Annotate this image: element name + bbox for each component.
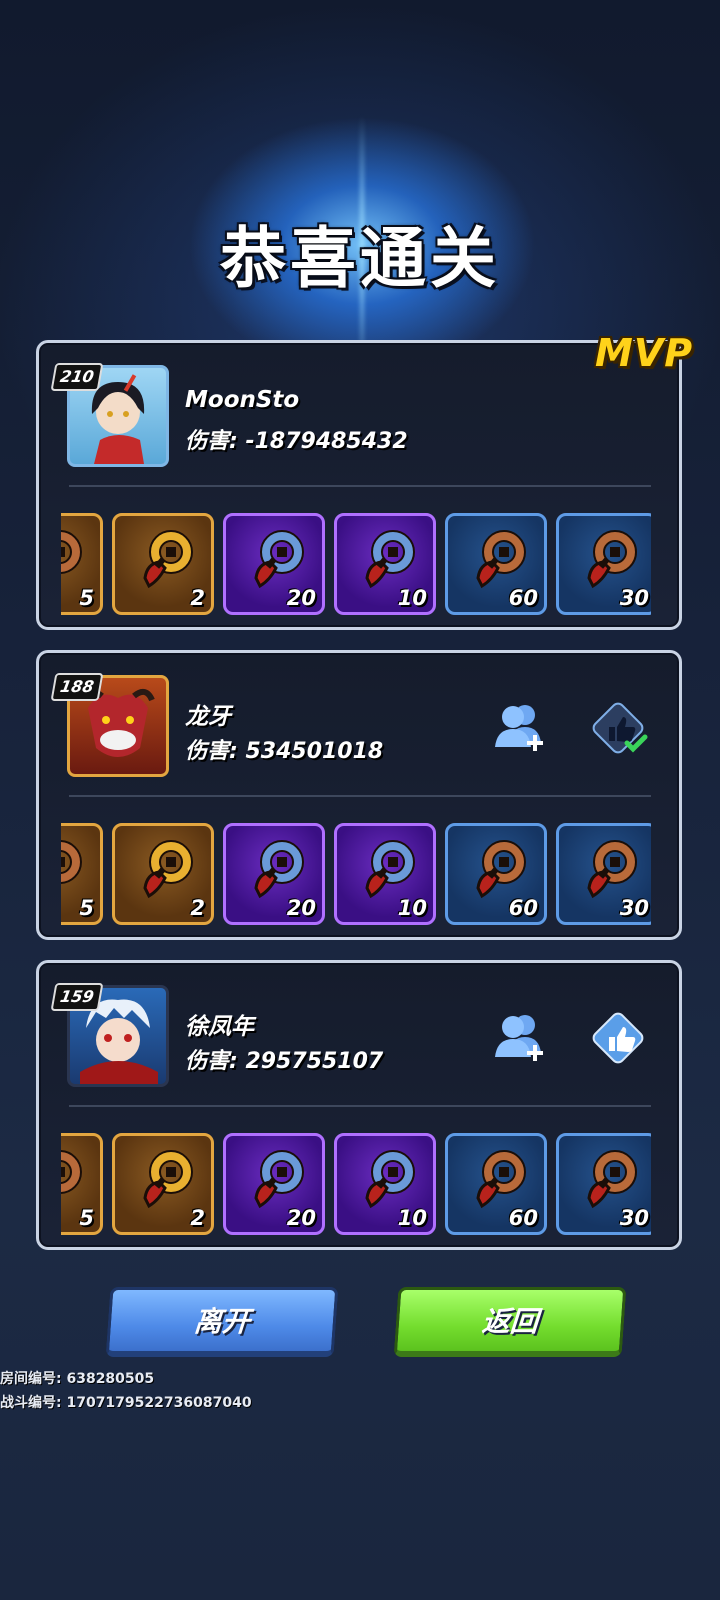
blue-coin-scroll-icon bbox=[365, 840, 415, 899]
bronze-coin-scroll-icon bbox=[587, 530, 637, 589]
battle-id: 战斗编号: 1707179522736087040 bbox=[0, 1395, 252, 1411]
gold-coin-scroll-icon bbox=[143, 840, 193, 899]
blue-coin-scroll-icon bbox=[365, 530, 415, 589]
add-friend-icon[interactable] bbox=[489, 697, 549, 757]
mvp-badge: MVP bbox=[595, 331, 694, 375]
reward-item[interactable]: 10 bbox=[334, 1133, 436, 1235]
reward-item[interactable]: 20 bbox=[223, 823, 325, 925]
item-count: 2 bbox=[190, 1206, 205, 1230]
bronze-coin-scroll-icon bbox=[61, 530, 82, 574]
level-badge: 210 bbox=[50, 363, 104, 391]
gold-coin-scroll-icon bbox=[143, 530, 193, 589]
player-name: 龙牙 bbox=[185, 704, 231, 730]
item-count: 60 bbox=[508, 1206, 538, 1230]
player-damage: 伤害: 295755107 bbox=[185, 1049, 384, 1074]
like-icon[interactable] bbox=[587, 1007, 649, 1069]
bronze-coin-scroll-icon bbox=[587, 840, 637, 899]
blue-coin-scroll-icon bbox=[254, 840, 304, 899]
item-count: 5 bbox=[79, 586, 94, 610]
leave-button[interactable]: 离开 bbox=[105, 1287, 339, 1357]
divider bbox=[69, 795, 651, 797]
reward-item[interactable]: 60 bbox=[445, 513, 547, 615]
item-count: 10 bbox=[397, 896, 427, 920]
item-count: 60 bbox=[508, 896, 538, 920]
reward-item[interactable]: 5 bbox=[61, 513, 103, 615]
item-count: 20 bbox=[286, 1206, 316, 1230]
divider bbox=[69, 1105, 651, 1107]
item-count: 30 bbox=[619, 586, 649, 610]
reward-item[interactable]: 2 bbox=[112, 1133, 214, 1235]
blue-coin-scroll-icon bbox=[254, 530, 304, 589]
item-count: 5 bbox=[79, 1206, 94, 1230]
reward-item[interactable]: 10 bbox=[334, 823, 436, 925]
reward-item[interactable]: 10 bbox=[334, 513, 436, 615]
item-count: 20 bbox=[286, 586, 316, 610]
gold-coin-scroll-icon bbox=[143, 1150, 193, 1209]
item-count: 2 bbox=[190, 586, 205, 610]
reward-item[interactable]: 60 bbox=[445, 823, 547, 925]
reward-item[interactable]: 30 bbox=[556, 823, 651, 925]
item-count: 5 bbox=[79, 896, 94, 920]
player-name: MoonSto bbox=[185, 387, 300, 413]
reward-item[interactable]: 20 bbox=[223, 513, 325, 615]
item-count: 10 bbox=[397, 1206, 427, 1230]
item-count: 20 bbox=[286, 896, 316, 920]
add-friend-icon[interactable] bbox=[489, 1007, 549, 1067]
bronze-coin-scroll-icon bbox=[476, 840, 526, 899]
bronze-coin-scroll-icon bbox=[61, 840, 82, 884]
back-button[interactable]: 返回 bbox=[393, 1287, 627, 1357]
player-damage: 伤害: 534501018 bbox=[185, 739, 384, 764]
like-icon[interactable] bbox=[587, 697, 649, 759]
player-damage: 伤害: -1879485432 bbox=[185, 429, 408, 454]
reward-item[interactable]: 2 bbox=[112, 513, 214, 615]
divider bbox=[69, 485, 651, 487]
bronze-coin-scroll-icon bbox=[476, 530, 526, 589]
reward-item[interactable]: 30 bbox=[556, 1133, 651, 1235]
reward-item[interactable]: 2 bbox=[112, 823, 214, 925]
reward-item[interactable]: 5 bbox=[61, 823, 103, 925]
bronze-coin-scroll-icon bbox=[61, 1150, 82, 1194]
item-count: 30 bbox=[619, 1206, 649, 1230]
player-card-1: MVP 210 MoonSto 伤害: -1879485432 5 2 20 10 60… bbox=[36, 331, 692, 630]
reward-item[interactable]: 60 bbox=[445, 1133, 547, 1235]
level-badge: 188 bbox=[50, 673, 104, 701]
reward-item[interactable]: 30 bbox=[556, 513, 651, 615]
blue-coin-scroll-icon bbox=[365, 1150, 415, 1209]
reward-items: 5 2 20 10 60 30 bbox=[61, 513, 651, 621]
blue-coin-scroll-icon bbox=[254, 1150, 304, 1209]
item-count: 30 bbox=[619, 896, 649, 920]
item-count: 60 bbox=[508, 586, 538, 610]
reward-item[interactable]: 20 bbox=[223, 1133, 325, 1235]
player-card-2: 188 龙牙 伤害: 534501018 5 2 20 10 60 30 bbox=[36, 650, 682, 940]
level-badge: 159 bbox=[50, 983, 104, 1011]
reward-items: 5 2 20 10 60 30 bbox=[61, 1133, 651, 1241]
item-count: 2 bbox=[190, 896, 205, 920]
page-title: 恭喜通关 bbox=[220, 220, 500, 297]
reward-items: 5 2 20 10 60 30 bbox=[61, 823, 651, 931]
item-count: 10 bbox=[397, 586, 427, 610]
reward-item[interactable]: 5 bbox=[61, 1133, 103, 1235]
room-id: 房间编号: 638280505 bbox=[0, 1371, 155, 1387]
player-name: 徐凤年 bbox=[185, 1014, 254, 1040]
bronze-coin-scroll-icon bbox=[476, 1150, 526, 1209]
bronze-coin-scroll-icon bbox=[587, 1150, 637, 1209]
player-card-3: 159 徐凤年 伤害: 295755107 5 2 20 10 60 30 bbox=[36, 960, 682, 1250]
